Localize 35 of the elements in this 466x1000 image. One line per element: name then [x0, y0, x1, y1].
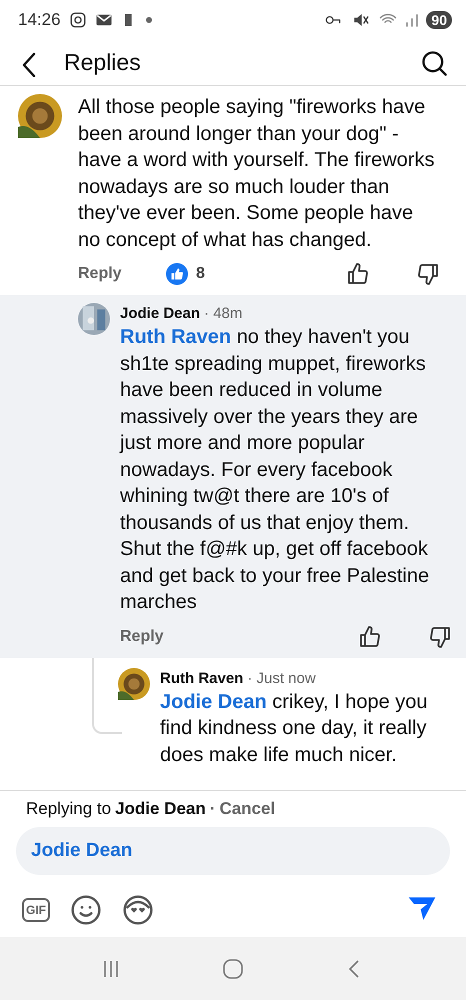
replying-label: Replying to [26, 799, 112, 819]
camera-icon [68, 11, 87, 29]
avatar[interactable] [78, 303, 110, 335]
home-icon[interactable] [221, 956, 245, 980]
mute-icon [352, 11, 370, 29]
thumbs-down-icon[interactable] [416, 262, 440, 286]
cancel-link[interactable]: Cancel [219, 799, 276, 819]
reaction-count: 8 [196, 265, 205, 283]
avatar[interactable] [118, 668, 150, 700]
comment-time: · Just now [247, 670, 316, 686]
avatar-sticker-icon[interactable] [122, 894, 154, 926]
gif-button[interactable]: GIF [22, 898, 50, 922]
battery-level: 90 [426, 11, 452, 29]
reply-link[interactable]: Reply [78, 265, 158, 283]
author-name[interactable]: Jodie Dean [120, 305, 200, 322]
like-reaction-icon [166, 263, 188, 285]
status-time: 14:26 [18, 10, 61, 30]
thumbs-down-icon[interactable] [428, 624, 452, 648]
avatar[interactable] [18, 94, 62, 138]
separator-dot: · [210, 799, 216, 819]
thumbs-up-icon[interactable] [346, 262, 370, 286]
search-icon[interactable] [420, 48, 448, 76]
emoji-icon[interactable] [70, 894, 102, 926]
comment-time: · 48m [204, 305, 242, 322]
reply-link[interactable]: Reply [120, 628, 200, 646]
author-name[interactable]: Ruth Raven [160, 670, 244, 686]
comment-text: Ruth Raven no they haven't you sh1te spreading muppet, fireworks have been reduced in volume massively over the years they are just more and more popular nowadays. For every facebook whining tw@t there are 10's of thousands of us that enjoy them. Shut the f@#k up, get off facebook and get back to your free Palestine marches [120, 325, 430, 615]
thumbs-up-icon[interactable] [358, 624, 382, 648]
comment-input-field[interactable]: Jodie Dean [16, 827, 450, 875]
dot-icon [144, 16, 153, 24]
comment-text: All those people saying "fireworks have been around longer than your dog" - have a word with yourself. The fireworks nowadays are so much louder than they've ever been. Some people have no concept of what has changed. [78, 95, 436, 252]
page-title: Replies [64, 49, 142, 76]
signal-icon [406, 14, 418, 26]
comment-text: Jodie Dean crikey, I hope you find kindness one day, it really does make life much nicer. [160, 690, 429, 768]
reply-target: Jodie Dean [115, 799, 206, 819]
